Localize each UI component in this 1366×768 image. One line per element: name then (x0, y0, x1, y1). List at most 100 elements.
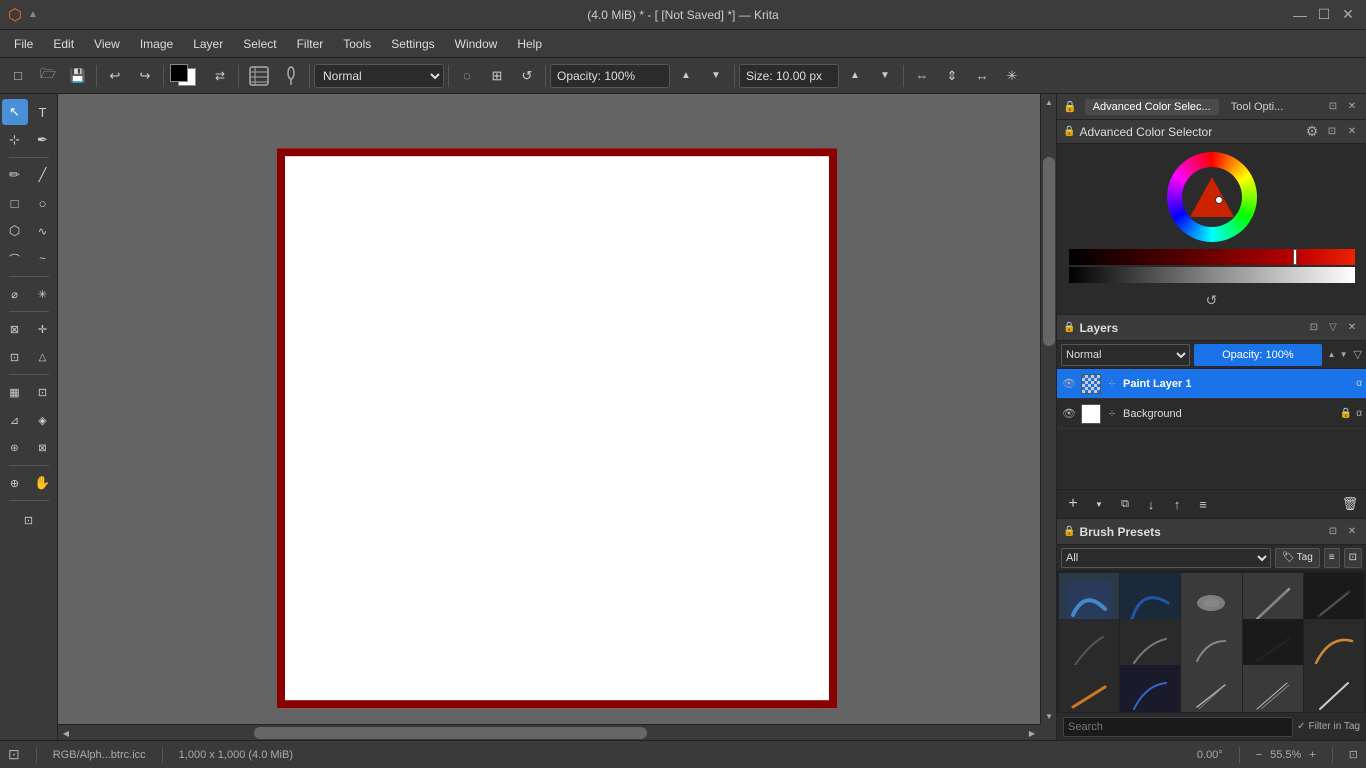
zoom-in-button[interactable]: + (1309, 749, 1315, 761)
pattern-fill-button[interactable]: ⊠ (30, 435, 56, 461)
brush-options-button[interactable]: ⊡ (1344, 548, 1362, 568)
brush-settings-button[interactable] (277, 62, 305, 90)
layers-mode-select[interactable]: Normal (1061, 344, 1190, 366)
layers-close-icon[interactable]: ✕ (1344, 320, 1360, 336)
eraser-button[interactable]: ◌ (453, 62, 481, 90)
layers-filter-icon[interactable]: ▽ (1325, 320, 1341, 336)
hue-gradient[interactable] (1069, 249, 1355, 265)
tag-button[interactable]: 🏷 Tag (1275, 548, 1320, 568)
brush-presets-float-icon[interactable]: ⊡ (1325, 524, 1341, 540)
color-wheel-inner[interactable] (1182, 167, 1242, 227)
fill-button[interactable]: ◈ (30, 407, 56, 433)
wrap-button[interactable]: ↺ (513, 62, 541, 90)
close-button[interactable]: ✕ (1338, 5, 1358, 25)
brush-preset-item[interactable] (1304, 665, 1364, 712)
ellipse-tool-button[interactable]: ○ (30, 190, 56, 216)
brush-preset-item[interactable] (1120, 665, 1180, 712)
brush-presets-close-icon[interactable]: ✕ (1344, 524, 1360, 540)
mirror-h-button[interactable]: ⇔ (908, 62, 936, 90)
layers-opacity-bar[interactable]: Opacity: 100% (1194, 344, 1321, 366)
color-wheel[interactable] (1167, 152, 1257, 242)
save-button[interactable]: 💾 (64, 62, 92, 90)
menu-item-file[interactable]: File (4, 33, 43, 55)
layers-opacity-up-button[interactable]: ▲ (1326, 344, 1338, 366)
redo-button[interactable]: ↪ (131, 62, 159, 90)
brush-preset-item[interactable] (1181, 665, 1241, 712)
menu-item-filter[interactable]: Filter (287, 33, 334, 55)
delete-layer-button[interactable]: 🗑 (1338, 492, 1362, 516)
add-layer-dropdown[interactable]: ▼ (1087, 492, 1111, 516)
list-view-button[interactable]: ≡ (1324, 548, 1340, 568)
menu-item-settings[interactable]: Settings (381, 33, 444, 55)
multibrush-tool-button[interactable]: ✳ (30, 281, 56, 307)
background-layer-row[interactable]: 👁 ⊹ Background 🔒 α (1057, 399, 1366, 429)
filter-in-tag-label[interactable]: ✓ Filter in Tag (1297, 721, 1360, 732)
color-refresh-button[interactable]: ↺ (1202, 290, 1222, 310)
enclose-fill-button[interactable]: ⊛ (2, 435, 28, 461)
size-down-button[interactable]: ▼ (871, 62, 899, 90)
layers-filter-button[interactable]: ▽ (1354, 348, 1362, 361)
brush-tool-button[interactable]: ✏ (2, 162, 28, 188)
brush-preset-item[interactable] (1243, 665, 1303, 712)
select-tool-button[interactable]: ↖ (2, 99, 28, 125)
wrap2-button[interactable]: ↔ (968, 62, 996, 90)
brush-search-input[interactable] (1063, 717, 1293, 737)
size-up-button[interactable]: ▲ (841, 62, 869, 90)
value-gradient[interactable] (1069, 267, 1355, 283)
maximize-button[interactable]: ☐ (1314, 5, 1334, 25)
close-color-selector-icon[interactable]: ✕ (1344, 99, 1360, 115)
gradient-button[interactable]: ▦ (2, 379, 28, 405)
copy-layer-button[interactable]: ⧉ (1113, 492, 1137, 516)
layers-opacity-down-button[interactable]: ▼ (1338, 344, 1350, 366)
open-button[interactable]: 🗁 (34, 62, 62, 90)
color-triangle[interactable] (1190, 177, 1234, 217)
add-layer-button[interactable]: + (1061, 492, 1085, 516)
scroll-thumb-vertical[interactable] (1043, 157, 1055, 346)
shape-select-button[interactable]: ⊹ (2, 127, 28, 153)
brush-category-select[interactable]: All (1061, 548, 1271, 568)
measure-button[interactable]: △ (30, 344, 56, 370)
menu-item-edit[interactable]: Edit (43, 33, 84, 55)
mirror-v-button[interactable]: ⇕ (938, 62, 966, 90)
float2-icon[interactable]: ⊡ (1324, 124, 1340, 140)
zoom-out-button[interactable]: − (1256, 749, 1262, 761)
smart-patch-button[interactable]: ⊡ (30, 379, 56, 405)
multibrush-button[interactable]: ✳ (998, 62, 1026, 90)
text-tool-button[interactable]: T (30, 99, 56, 125)
close2-icon[interactable]: ✕ (1344, 124, 1360, 140)
move-button[interactable]: ✛ (30, 316, 56, 342)
advanced-color-selector-tab[interactable]: Advanced Color Selec... (1085, 99, 1219, 115)
system-menu-icon[interactable]: ▲ (28, 9, 38, 20)
color-wheel-area[interactable] (1057, 144, 1366, 246)
new-document-button[interactable]: □ (4, 62, 32, 90)
scroll-right-button[interactable]: ▶ (1024, 725, 1040, 740)
vertical-scrollbar[interactable]: ▲ ▼ (1040, 94, 1056, 724)
layers-float-icon[interactable]: ⊡ (1306, 320, 1322, 336)
minimize-button[interactable]: — (1290, 5, 1310, 25)
zoom-button[interactable]: ⊕ (2, 470, 28, 496)
brush-presets-button[interactable] (243, 62, 275, 90)
crop-button[interactable]: ⊡ (2, 344, 28, 370)
dynamic-brush-button[interactable]: ⌀ (2, 281, 28, 307)
bezier-tool-button[interactable]: ⌒ (2, 246, 28, 272)
scroll-up-button[interactable]: ▲ (1041, 94, 1056, 110)
foreground-color-box[interactable] (170, 64, 188, 82)
gradient-bar-2[interactable] (1069, 267, 1355, 283)
transform-button[interactable]: ⊠ (2, 316, 28, 342)
menu-item-image[interactable]: Image (130, 33, 183, 55)
polygon-tool-button[interactable]: ⬡ (2, 218, 28, 244)
menu-item-help[interactable]: Help (507, 33, 552, 55)
paint-layer-alpha-lock[interactable]: α (1356, 378, 1362, 389)
menu-item-view[interactable]: View (84, 33, 130, 55)
gradient-bar-1[interactable] (1069, 249, 1355, 265)
blending-mode-select[interactable]: Normal (314, 64, 444, 88)
scroll-thumb-horizontal[interactable] (254, 727, 647, 739)
line-tool-button[interactable]: ╱ (30, 162, 56, 188)
rectangle-tool-button[interactable]: □ (2, 190, 28, 216)
scroll-down-button[interactable]: ▼ (1041, 708, 1056, 724)
calligraphy-button[interactable]: ✒ (30, 127, 56, 153)
opacity-up-button[interactable]: ▲ (672, 62, 700, 90)
menu-item-tools[interactable]: Tools (333, 33, 381, 55)
background-layer-visibility-toggle[interactable]: 👁 (1061, 406, 1077, 422)
menu-item-select[interactable]: Select (233, 33, 286, 55)
